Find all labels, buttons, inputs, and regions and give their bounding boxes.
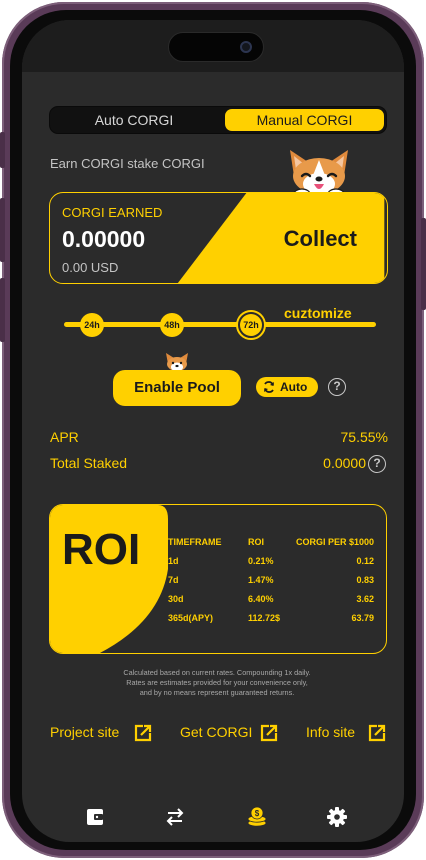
auto-help-icon[interactable]: ? <box>328 378 346 396</box>
total-staked-value: 0.0000 <box>323 455 366 471</box>
bottom-tab-bar: $ <box>22 790 404 842</box>
status-bar <box>22 20 404 72</box>
roi-cell-timeframe: 1d <box>168 556 179 566</box>
apr-label: APR <box>50 429 79 445</box>
refresh-icon <box>264 381 274 393</box>
roi-card: ROI TIMEFRAME ROI CORGI PER $1000 1d 0.2… <box>49 504 387 654</box>
total-staked-help-icon[interactable]: ? <box>368 455 386 473</box>
earned-label: CORGI EARNED <box>62 205 163 220</box>
swap-icon[interactable] <box>164 806 186 828</box>
gear-icon[interactable] <box>326 806 348 828</box>
side-button-mute <box>0 132 5 168</box>
table-row: 7d 1.47% 0.83 <box>168 575 378 594</box>
timeframe-slider-track[interactable] <box>64 322 376 327</box>
tab-manual-corgi[interactable]: Manual CORGI <box>225 109 384 131</box>
mode-toggle: Auto CORGI Manual CORGI <box>49 106 387 134</box>
earned-value: 0.00000 <box>62 226 146 252</box>
table-row: 365d(APY) 112.72$ 63.79 <box>168 613 378 632</box>
side-button-volume-down <box>0 278 5 342</box>
apr-value: 75.55% <box>340 429 388 445</box>
roi-cell-timeframe: 30d <box>168 594 184 604</box>
roi-cell-roi: 112.72$ <box>248 613 281 623</box>
disclaimer-line: and by no means represent guaranteed ret… <box>139 688 295 697</box>
enable-pool-button[interactable]: Enable Pool <box>113 370 241 406</box>
roi-cell-corgi: 3.62 <box>356 594 374 604</box>
roi-table: TIMEFRAME ROI CORGI PER $1000 1d 0.21% 0… <box>168 537 378 632</box>
camera-icon <box>240 41 252 53</box>
roi-cell-timeframe: 7d <box>168 575 179 585</box>
svg-text:$: $ <box>255 809 260 818</box>
earned-card: CORGI EARNED 0.00000 0.00 USD Collect <box>49 192 388 284</box>
pool-subtitle: Earn CORGI stake CORGI <box>50 156 205 171</box>
project-site-label: Project site <box>50 724 120 740</box>
info-site-link[interactable]: Info site <box>306 724 386 742</box>
side-button-volume-up <box>0 198 5 262</box>
total-staked-row: Total Staked 0.0000 <box>50 455 388 475</box>
external-link-icon <box>260 724 278 742</box>
roi-header-roi: ROI <box>248 537 265 547</box>
table-row: 1d 0.21% 0.12 <box>168 556 378 575</box>
project-site-link[interactable]: Project site <box>50 724 152 742</box>
roi-header-row: TIMEFRAME ROI CORGI PER $1000 <box>168 537 378 556</box>
total-staked-label: Total Staked <box>50 455 128 471</box>
apr-row: APR 75.55% <box>50 429 388 449</box>
table-row: 30d 6.40% 3.62 <box>168 594 378 613</box>
roi-cell-corgi: 63.79 <box>351 613 374 623</box>
roi-cell-roi: 6.40% <box>248 594 274 604</box>
wallet-icon[interactable] <box>84 806 106 828</box>
external-link-icon <box>368 724 386 742</box>
dynamic-island <box>168 32 264 62</box>
external-link-icon <box>134 724 152 742</box>
roi-cell-corgi: 0.83 <box>356 575 374 585</box>
roi-header-timeframe: TIMEFRAME <box>168 537 222 547</box>
roi-cell-roi: 1.47% <box>248 575 274 585</box>
timeframe-72h-selected[interactable]: 72h <box>236 310 266 340</box>
coins-icon[interactable]: $ <box>246 806 268 828</box>
earned-usd-value: 0.00 USD <box>62 260 119 275</box>
corgi-small-icon <box>166 353 188 372</box>
collect-button[interactable]: Collect <box>284 226 357 252</box>
roi-cell-timeframe: 365d(APY) <box>168 613 214 623</box>
roi-header-corgi: CORGI PER $1000 <box>295 537 374 547</box>
auto-label: Auto <box>280 380 308 394</box>
side-button-power <box>421 218 426 310</box>
get-corgi-label: Get CORGI <box>180 724 253 740</box>
get-corgi-link[interactable]: Get CORGI <box>180 724 278 742</box>
roi-cell-corgi: 0.12 <box>356 556 374 566</box>
roi-cell-roi: 0.21% <box>248 556 274 566</box>
phone-frame: Auto CORGI Manual CORGI Earn CORGI stake… <box>0 2 426 858</box>
info-site-label: Info site <box>306 724 356 740</box>
timeframe-72h-label: 72h <box>240 314 262 336</box>
timeframe-48h[interactable]: 48h <box>160 313 184 337</box>
roi-disclaimer: Calculated based on current rates. Compo… <box>92 668 342 698</box>
auto-compound-button[interactable]: Auto <box>256 377 318 397</box>
tab-auto-corgi[interactable]: Auto CORGI <box>54 109 214 131</box>
timeframe-24h[interactable]: 24h <box>80 313 104 337</box>
roi-title: ROI <box>62 525 141 574</box>
customize-link[interactable]: cuztomize <box>284 305 352 321</box>
screen: Auto CORGI Manual CORGI Earn CORGI stake… <box>22 20 404 842</box>
corgi-mascot-icon <box>290 150 348 198</box>
disclaimer-line: Rates are estimates provided for your co… <box>126 678 308 687</box>
disclaimer-line: Calculated based on current rates. Compo… <box>123 668 311 677</box>
